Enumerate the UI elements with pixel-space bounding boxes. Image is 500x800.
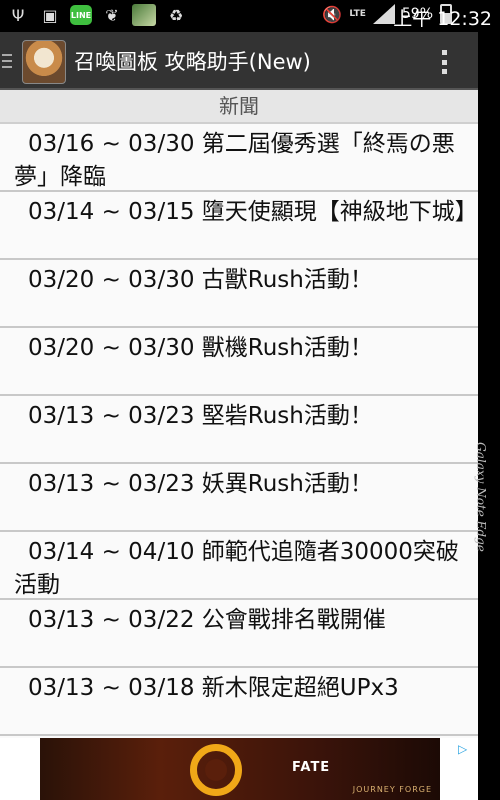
status-bar: Ψ ▣ LINE ❦ ♻ 🔇 LTE 59% 上午 12:32: [0, 0, 500, 32]
ad-banner[interactable]: FATE JOURNEY FORGE: [40, 738, 440, 800]
drawer-menu-icon[interactable]: [2, 54, 12, 68]
news-section-header: 新聞: [0, 90, 478, 124]
app-title: 召喚圖板 攻略助手(New): [74, 50, 311, 74]
news-item[interactable]: 03/20 ~ 03/30 獸機Rush活動！: [0, 328, 478, 396]
news-item[interactable]: 03/13 ~ 03/18 新木限定超絕UPx3: [0, 668, 478, 736]
clock-ampm: 上午: [393, 8, 432, 30]
overflow-menu-icon[interactable]: [442, 50, 448, 74]
ad-title: FATE: [292, 760, 331, 775]
news-item[interactable]: 03/13 ~ 03/22 公會戰排名戰開催: [0, 600, 478, 668]
notification-icons: Ψ ▣ LINE ❦ ♻: [6, 4, 188, 26]
news-item[interactable]: 03/14 ~ 04/10 師範代追隨者30000突破活動: [0, 532, 478, 600]
network-type: LTE: [349, 8, 366, 19]
news-item[interactable]: 03/14 ~ 03/15 墮天使顯現【神級地下城】: [0, 192, 478, 260]
game-app-icon: [132, 4, 156, 26]
news-item[interactable]: 03/13 ~ 03/23 堅砦Rush活動！: [0, 396, 478, 464]
news-panel: 新聞 03/16 ~ 03/30 第二屆優秀選「終焉の悪夢」降臨 03/14 ~…: [0, 90, 478, 738]
ad-logo-icon: [190, 744, 242, 796]
edge-panel-label: Galaxy Note Edge: [474, 442, 488, 552]
news-item[interactable]: 03/13 ~ 03/23 妖異Rush活動！: [0, 464, 478, 532]
signal-icon: [372, 4, 395, 24]
app-bar: 召喚圖板 攻略助手(New): [0, 32, 478, 90]
clock: 上午 12:32: [393, 4, 492, 31]
ad-bar: FATE JOURNEY FORGE ▷: [0, 738, 478, 800]
image-icon: ▣: [42, 5, 58, 25]
ad-choices-icon[interactable]: ▷: [458, 742, 472, 756]
wings-icon: ❦: [105, 5, 119, 25]
usb-icon: Ψ: [11, 5, 25, 25]
news-list: 03/16 ~ 03/30 第二屆優秀選「終焉の悪夢」降臨 03/14 ~ 03…: [0, 124, 478, 736]
app-logo-icon[interactable]: [22, 40, 66, 84]
recycle-icon: ♻: [168, 5, 184, 25]
ad-subtitle: JOURNEY FORGE: [352, 785, 432, 794]
news-item[interactable]: 03/20 ~ 03/30 古獸Rush活動！: [0, 260, 478, 328]
line-app-icon: LINE: [70, 5, 92, 25]
news-item[interactable]: 03/16 ~ 03/30 第二屆優秀選「終焉の悪夢」降臨: [0, 124, 478, 192]
edge-panel[interactable]: Galaxy Note Edge: [474, 90, 500, 738]
clock-time: 12:32: [437, 8, 492, 30]
mute-icon: 🔇: [322, 4, 343, 24]
